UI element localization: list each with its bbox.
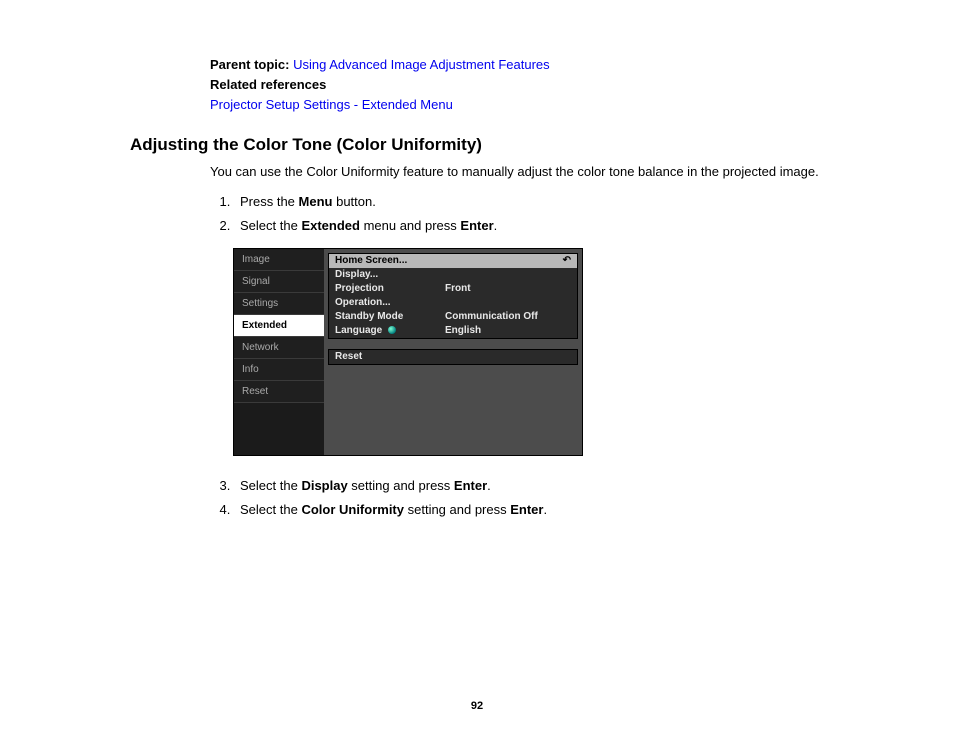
osd-row-label: Language (335, 326, 445, 336)
osd-row: LanguageEnglish (329, 324, 577, 338)
step-bold: Enter (510, 502, 543, 517)
intro-paragraph: You can use the Color Uniformity feature… (210, 163, 834, 181)
osd-reset-label: Reset (335, 352, 445, 362)
meta-block: Parent topic: Using Advanced Image Adjus… (210, 55, 834, 115)
step-bold: Enter (460, 218, 493, 233)
page-number: 92 (0, 700, 954, 712)
step-text: . (543, 502, 547, 517)
return-icon: ↶ (563, 256, 571, 266)
osd-nav-tab: Reset (234, 381, 324, 403)
osd-row-label: Operation... (335, 298, 445, 308)
osd-screenshot: ImageSignalSettingsExtendedNetworkInfoRe… (233, 248, 834, 456)
step-4: Select the Color Uniformity setting and … (234, 498, 834, 522)
parent-topic-label: Parent topic: (210, 57, 289, 72)
osd-body: Home Screen... ↶ Display... ProjectionFront… (324, 249, 582, 455)
osd-reset-row: Reset (329, 350, 577, 364)
step-bold: Enter (454, 478, 487, 493)
related-references-link[interactable]: Projector Setup Settings - Extended Menu (210, 95, 834, 115)
osd-nav-tab: Network (234, 337, 324, 359)
osd-nav-tab: Settings (234, 293, 324, 315)
step-text: setting and press (404, 502, 510, 517)
parent-topic-line: Parent topic: Using Advanced Image Adjus… (210, 55, 834, 75)
step-bold: Extended (301, 218, 360, 233)
related-references-label: Related references (210, 75, 834, 95)
step-text: menu and press (360, 218, 460, 233)
osd-menu: ImageSignalSettingsExtendedNetworkInfoRe… (233, 248, 583, 456)
osd-row: Display... (329, 268, 577, 282)
parent-topic-link[interactable]: Using Advanced Image Adjustment Features (293, 57, 550, 72)
globe-icon (388, 326, 396, 334)
osd-row: Operation... (329, 296, 577, 310)
step-bold: Menu (299, 194, 333, 209)
osd-row-label: Standby Mode (335, 312, 445, 322)
step-text: . (487, 478, 491, 493)
step-bold: Display (301, 478, 347, 493)
osd-row-label: Projection (335, 284, 445, 294)
step-3: Select the Display setting and press Ent… (234, 474, 834, 498)
document-page: Parent topic: Using Advanced Image Adjus… (0, 0, 954, 738)
step-bold: Color Uniformity (301, 502, 404, 517)
step-list: Press the Menu button. Select the Extend… (210, 190, 834, 238)
step-text: Select the (240, 478, 301, 493)
osd-row-value: Front (445, 284, 571, 294)
step-text: Select the (240, 218, 301, 233)
osd-settings-panel: Home Screen... ↶ Display... ProjectionFront… (328, 253, 578, 339)
osd-row: Home Screen... ↶ (329, 254, 577, 268)
osd-nav-tab: Image (234, 249, 324, 271)
section-title: Adjusting the Color Tone (Color Uniformi… (130, 135, 834, 155)
osd-nav: ImageSignalSettingsExtendedNetworkInfoRe… (234, 249, 324, 455)
step-text: button. (332, 194, 375, 209)
step-text: Press the (240, 194, 299, 209)
osd-row-value: English (445, 326, 571, 336)
step-text: . (494, 218, 498, 233)
osd-reset-panel: Reset (328, 349, 578, 365)
osd-row-value: Communication Off (445, 312, 571, 322)
osd-row: ProjectionFront (329, 282, 577, 296)
step-text: setting and press (348, 478, 454, 493)
step-text: Select the (240, 502, 301, 517)
osd-row-label: Home Screen... (335, 256, 445, 266)
osd-row: Standby ModeCommunication Off (329, 310, 577, 324)
step-1: Press the Menu button. (234, 190, 834, 214)
osd-nav-tab: Signal (234, 271, 324, 293)
osd-nav-tab: Info (234, 359, 324, 381)
osd-row-label: Display... (335, 270, 445, 280)
step-2: Select the Extended menu and press Enter… (234, 214, 834, 238)
step-list-continued: Select the Display setting and press Ent… (210, 474, 834, 522)
osd-nav-tab: Extended (234, 315, 324, 337)
